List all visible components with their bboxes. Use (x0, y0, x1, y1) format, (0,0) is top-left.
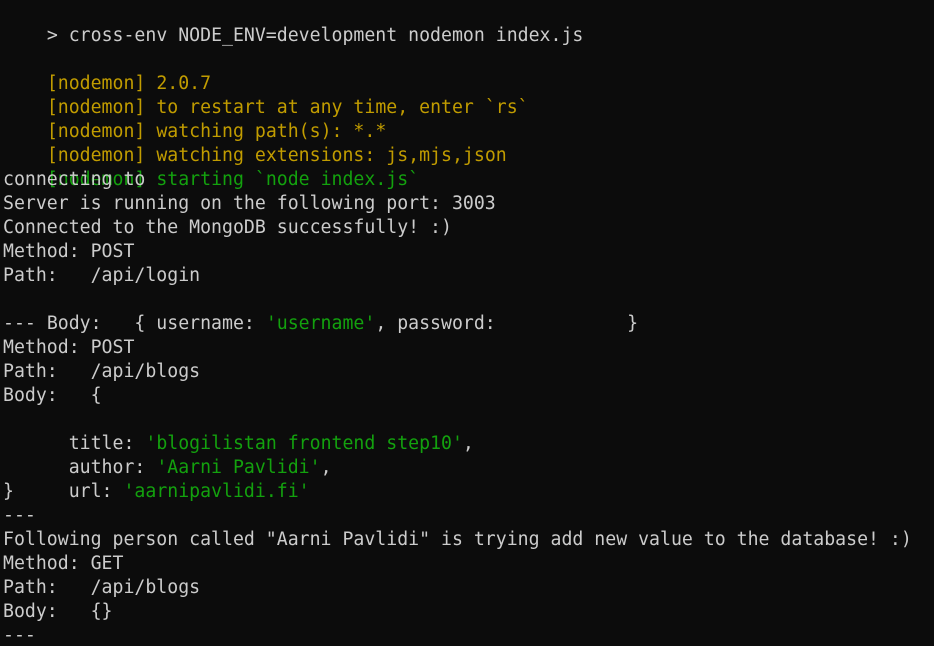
request-body: Body: { username: 'username', password: … (3, 288, 934, 334)
command-text: cross-env NODE_ENV=development nodemon i… (57, 25, 584, 46)
log-person: Following person called "Aarni Pavlidi" … (3, 529, 912, 550)
body-prefix: Body: { username: (46, 313, 266, 334)
title-key: title: (46, 433, 146, 454)
body-title-line: title: 'blogilistan frontend step10', (3, 408, 934, 454)
request-separator: --- (3, 505, 36, 526)
nodemon-tag: [nodemon] (46, 97, 146, 118)
terminal-window[interactable]: > cross-env NODE_ENV=development nodemon… (0, 0, 934, 646)
nodemon-starting-text: starting `node index.js` (145, 169, 420, 190)
title-comma: , (462, 433, 474, 454)
nodemon-watch-paths-text: watching path(s): *.* (145, 121, 387, 142)
request-body: Body: {} (3, 601, 113, 622)
nodemon-tag: [nodemon] (46, 145, 146, 166)
url-key: url: (46, 481, 124, 502)
request-separator: --- (3, 625, 36, 646)
request-method: Method: POST (3, 241, 135, 262)
body-middle: , password: (375, 313, 507, 334)
request-method: Method: GET (3, 553, 124, 574)
log-server-port: Server is running on the following port:… (3, 193, 496, 214)
author-comma: , (320, 457, 332, 478)
nodemon-tag: [nodemon] (46, 73, 146, 94)
title-value: 'blogilistan frontend step10' (145, 433, 463, 454)
request-body-open: Body: { (3, 385, 102, 406)
nodemon-restart-text: to restart at any time, enter `rs` (145, 97, 529, 118)
username-value: 'username' (265, 313, 376, 334)
body-suffix: } (506, 313, 639, 334)
request-method: Method: POST (3, 337, 135, 358)
request-path: Path: /api/login (3, 265, 201, 286)
log-connected: Connected to the MongoDB successfully! :… (3, 217, 452, 238)
command-line: > cross-env NODE_ENV=development nodemon… (3, 0, 934, 46)
prompt-symbol: > (46, 25, 58, 46)
author-value: 'Aarni Pavlidi' (156, 457, 321, 478)
request-path: Path: /api/blogs (3, 577, 201, 598)
nodemon-watch-ext-text: watching extensions: js,mjs,json (145, 145, 507, 166)
request-path: Path: /api/blogs (3, 361, 201, 382)
nodemon-version: 2.0.7 (145, 73, 212, 94)
nodemon-version-line: [nodemon] 2.0.7 (3, 48, 934, 94)
log-connecting: connecting to (3, 169, 146, 190)
author-key: author: (46, 457, 157, 478)
url-value: 'aarnipavlidi.fi' (123, 481, 310, 502)
nodemon-tag: [nodemon] (46, 121, 146, 142)
